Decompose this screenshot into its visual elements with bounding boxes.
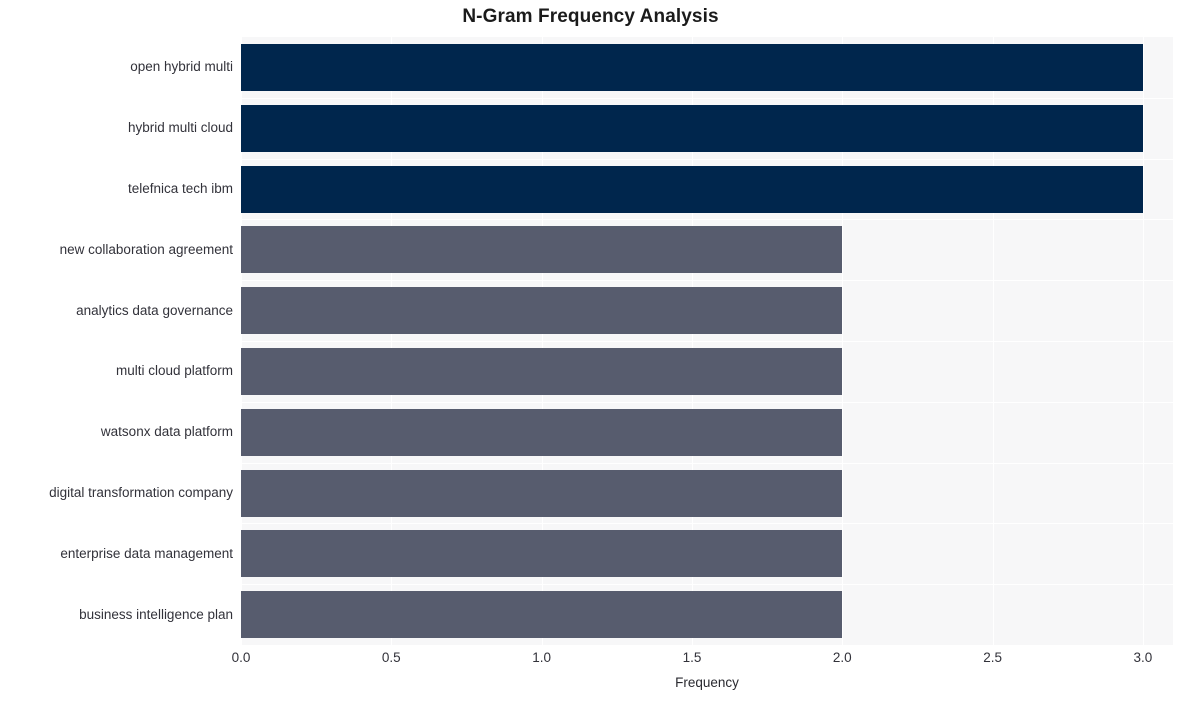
x-axis-tick-label: 2.5: [983, 650, 1002, 665]
y-axis-tick-label: watsonx data platform: [100, 424, 233, 440]
bar[interactable]: [241, 165, 1143, 213]
x-axis-tick-label: 2.0: [832, 650, 852, 665]
x-axis-tick-label: 0.0: [231, 650, 251, 665]
x-axis-tick-label: 1.5: [682, 650, 702, 665]
x-axis-tick-label: 1.0: [532, 650, 552, 665]
gridline-horizontal: [241, 463, 1173, 464]
gridline-horizontal: [241, 280, 1173, 281]
y-axis-tick-label: digital transformation company: [49, 485, 233, 500]
x-axis-tick-label: 3.0: [1133, 650, 1153, 665]
page-title: N-Gram Frequency Analysis: [462, 6, 719, 27]
gridline-horizontal: [241, 402, 1173, 403]
bar[interactable]: [241, 347, 843, 395]
gridline-horizontal: [241, 584, 1173, 585]
bar[interactable]: [241, 226, 843, 274]
bar[interactable]: [241, 43, 1143, 91]
y-axis-tick-label: business intelligence plan: [79, 606, 233, 622]
y-axis-tick-label: enterprise data management: [60, 545, 233, 561]
y-axis-tick-label: telefnica tech ibm: [127, 181, 233, 196]
bar[interactable]: [241, 408, 843, 456]
gridline-horizontal: [241, 98, 1173, 99]
gridline-horizontal: [241, 341, 1173, 342]
gridline-horizontal: [241, 159, 1173, 160]
x-axis-tick-label: 0.5: [381, 650, 401, 665]
bar[interactable]: [241, 530, 843, 578]
chart-figure: N-Gram Frequency Analysis open hybrid mu…: [0, 0, 1181, 701]
gridline-horizontal: [241, 523, 1173, 524]
bar[interactable]: [241, 591, 843, 639]
bar[interactable]: [241, 287, 843, 335]
x-axis-label: Frequency: [675, 675, 739, 690]
gridline-horizontal: [241, 219, 1173, 220]
plot-area: [241, 37, 1173, 645]
bar[interactable]: [241, 469, 843, 517]
y-axis-tick-label: hybrid multi cloud: [127, 120, 233, 136]
y-axis-tick-label: multi cloud platform: [115, 363, 233, 379]
y-axis-tick-label: new collaboration agreement: [59, 241, 233, 257]
y-axis-tick-label: open hybrid multi: [130, 59, 233, 75]
y-axis-tick-label: analytics data governance: [76, 302, 233, 318]
bar[interactable]: [241, 104, 1143, 152]
